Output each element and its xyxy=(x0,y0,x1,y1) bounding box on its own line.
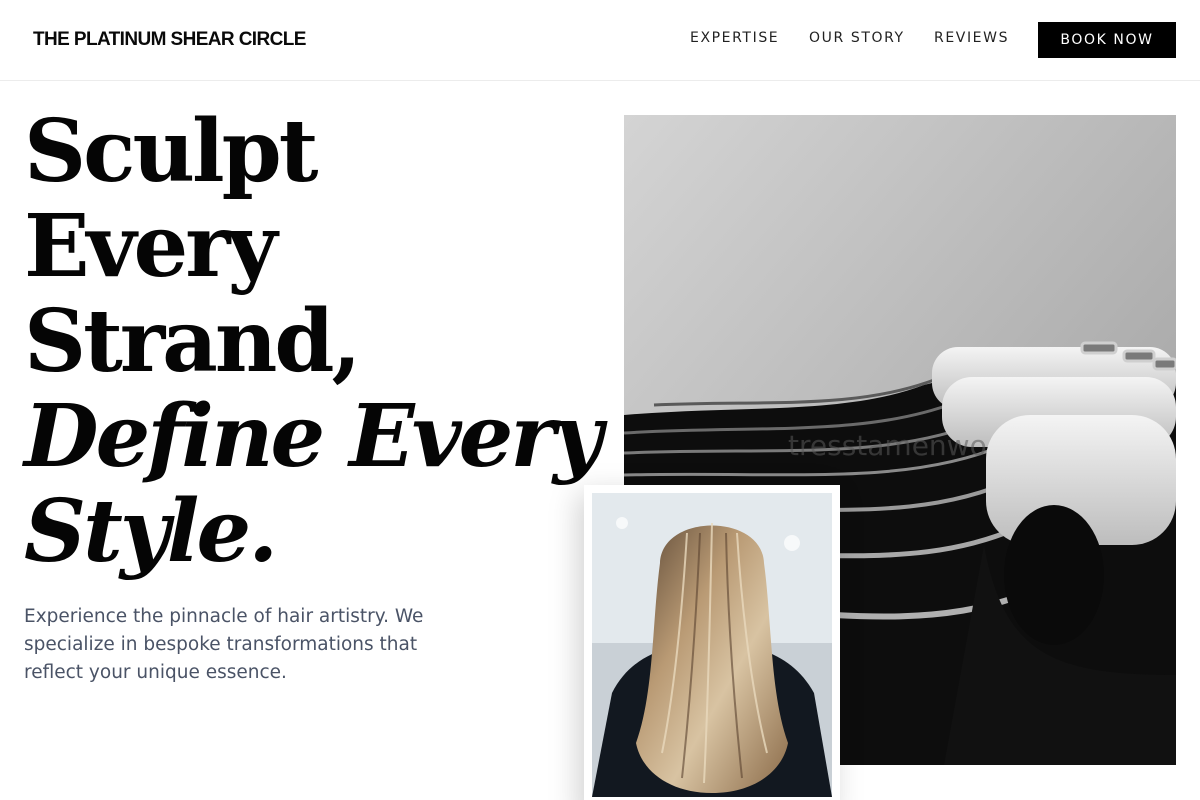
site-header: THE PLATINUM SHEAR CIRCLE EXPERTISE OUR … xyxy=(0,0,1200,81)
highlighted-hair-image xyxy=(592,493,832,797)
headline-line-2: Every xyxy=(24,196,278,297)
book-now-button[interactable]: BOOK NOW xyxy=(1038,22,1176,58)
hair-photo-card xyxy=(584,485,840,800)
brand-logo[interactable]: THE PLATINUM SHEAR CIRCLE xyxy=(33,29,306,51)
hair-image-illustration xyxy=(592,493,832,797)
image-watermark: tresstamenwo xyxy=(788,429,987,462)
headline-line-3: Strand, xyxy=(24,291,361,392)
headline-line-4: Define Every xyxy=(24,386,603,487)
headline-line-1: Sculpt xyxy=(24,101,319,202)
headline-line-5: Style. xyxy=(24,481,278,582)
nav-link-expertise[interactable]: EXPERTISE xyxy=(690,30,779,46)
nav-link-reviews[interactable]: REVIEWS xyxy=(934,30,1009,46)
hero-subcopy: Experience the pinnacle of hair artistry… xyxy=(24,606,424,683)
hero-headline: Sculpt Every Strand, Define Every Style. xyxy=(24,104,604,579)
nav-link-our-story[interactable]: OUR STORY xyxy=(809,30,905,46)
